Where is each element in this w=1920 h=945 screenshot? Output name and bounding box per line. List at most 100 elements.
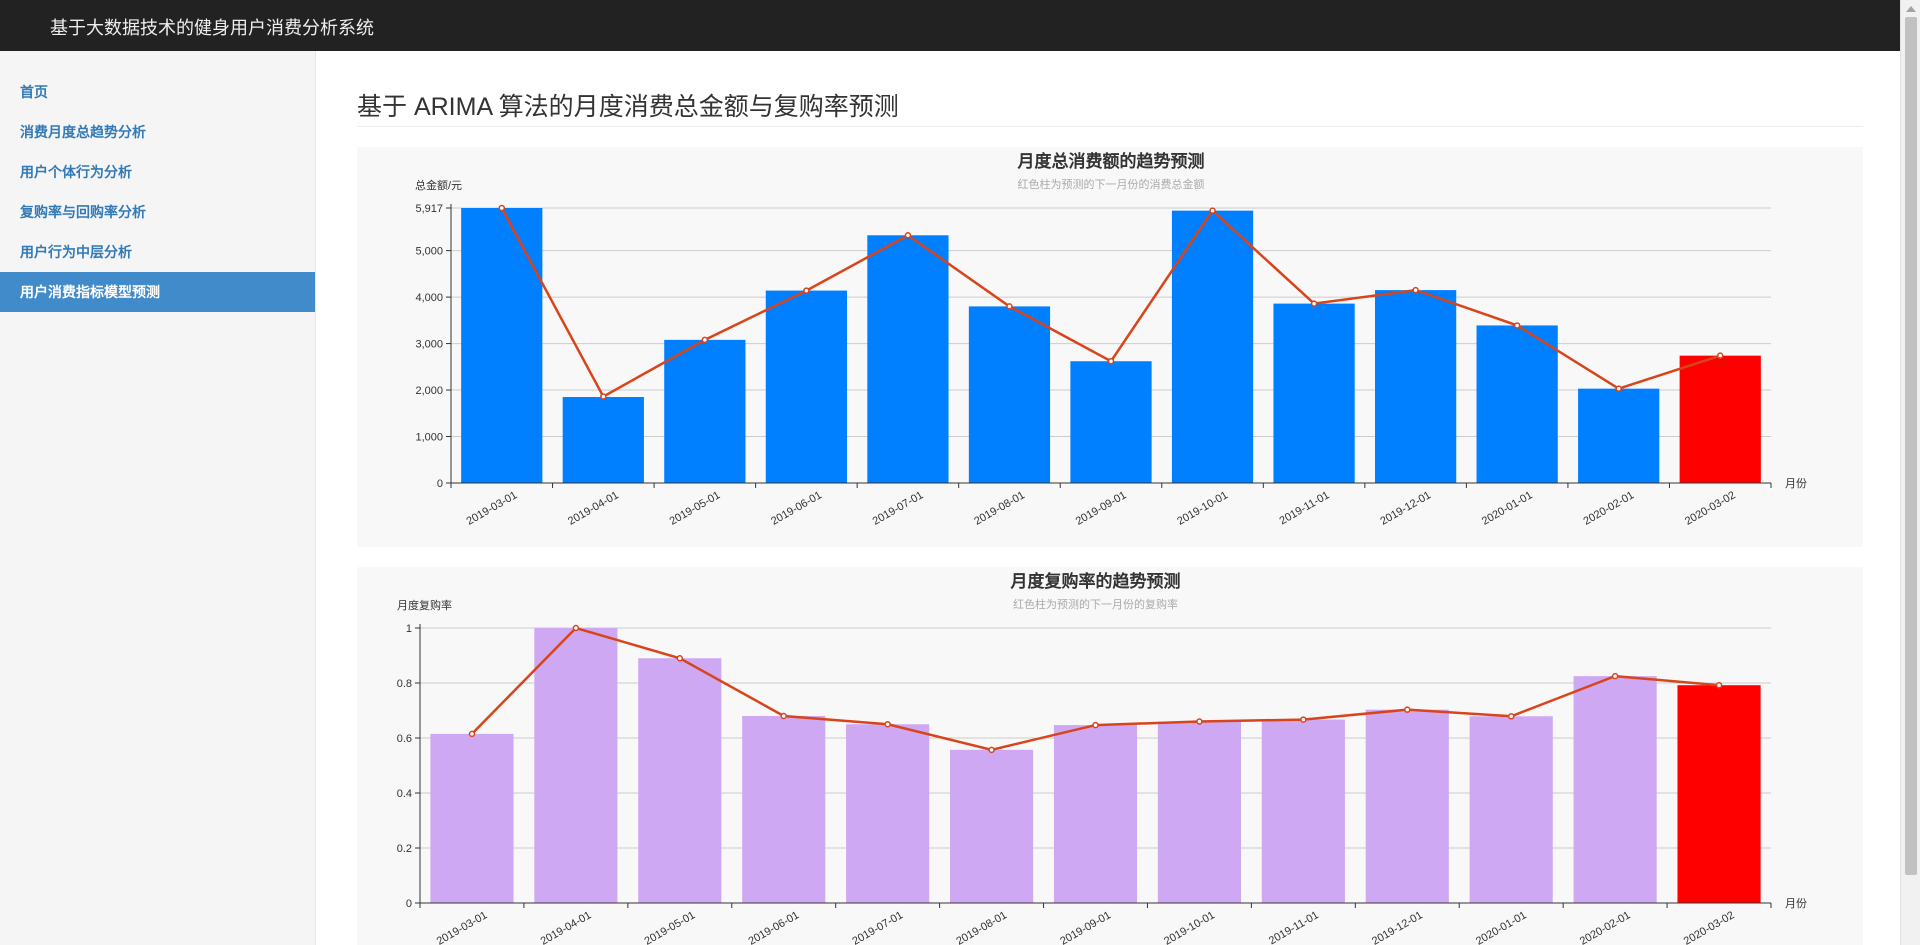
- app-brand[interactable]: 基于大数据技术的健身用户消费分析系统: [50, 14, 374, 40]
- trend-point: [780, 712, 787, 720]
- x-tick-label: 2019-05-01: [643, 909, 698, 945]
- trend-point: [1716, 352, 1724, 359]
- trend-point: [1611, 672, 1619, 680]
- x-tick-label: 2020-02-01: [1578, 909, 1633, 945]
- y-tick-label: 0.6: [397, 733, 412, 745]
- bar: [1365, 709, 1449, 903]
- sidebar-item-monthly-trend[interactable]: 消费月度总趋势分析: [0, 112, 315, 152]
- chart-title: 月度总消费额的趋势预测: [1017, 151, 1205, 171]
- bar: [765, 290, 847, 483]
- bar: [968, 306, 1051, 483]
- x-tick-label: 2019-10-01: [1162, 909, 1217, 945]
- bar-predicted: [1677, 685, 1761, 903]
- trend-point: [1507, 713, 1515, 720]
- scroll-thumb[interactable]: [1905, 17, 1917, 875]
- y-tick-label: 0.4: [397, 788, 412, 800]
- trend-point: [1404, 706, 1411, 713]
- chart-repurchase-rate-svg: 月度复购率的趋势预测红色柱为预测的下一月份的复购率 月度复购率月份 0 0.2 0.4 0…: [397, 571, 1807, 945]
- bar: [1261, 719, 1345, 903]
- trend-point: [1412, 286, 1419, 294]
- bar: [867, 235, 949, 483]
- trend-point: [1196, 718, 1203, 725]
- x-tick-label: 2019-04-01: [539, 909, 594, 945]
- x-tick-label: 2019-08-01: [972, 489, 1027, 528]
- x-tick-label: 2019-11-01: [1267, 909, 1321, 945]
- x-tick-label: 2019-03-01: [465, 489, 520, 528]
- bar: [1157, 721, 1241, 903]
- trend-point: [884, 721, 891, 728]
- trend-point: [468, 730, 476, 738]
- bar: [1053, 725, 1138, 903]
- bar: [461, 208, 543, 483]
- x-tick-label: 2020-01-01: [1480, 489, 1535, 528]
- x-tick-label: 2019-10-01: [1175, 489, 1230, 528]
- x-tick-label: 2019-08-01: [954, 909, 1009, 945]
- trend-point: [1107, 357, 1115, 365]
- trend-point: [701, 336, 709, 344]
- x-tick-label: 2019-12-01: [1370, 909, 1425, 945]
- sidebar-item-individual-behavior[interactable]: 用户个体行为分析: [0, 152, 315, 192]
- trend-point: [1615, 385, 1622, 392]
- x-tick-label: 2019-06-01: [769, 489, 824, 528]
- bar: [638, 658, 722, 903]
- x-tick-label: 2020-03-02: [1682, 909, 1737, 945]
- sidebar-item-mid-layer-behavior[interactable]: 用户行为中层分析: [0, 232, 315, 272]
- sidebar-item-repurchase-rate[interactable]: 复购率与回购率分析: [0, 192, 315, 232]
- y-tick-label: 4,000: [415, 292, 443, 304]
- y-tick-label: 0: [406, 898, 412, 910]
- bar: [534, 628, 618, 903]
- scroll-up-arrow-icon[interactable]: [1906, 6, 1916, 12]
- page-scrollbar[interactable]: [1900, 0, 1920, 945]
- page-title: 基于 ARIMA 算法的月度消费总金额与复购率预测: [357, 93, 899, 121]
- main-content: 基于 ARIMA 算法的月度消费总金额与复购率预测 月度总消费额的趋势预测红色柱…: [317, 51, 1900, 945]
- y-tick-label: 2,000: [415, 385, 443, 397]
- chart-repurchase-rate: 月度复购率的趋势预测红色柱为预测的下一月份的复购率 月度复购率月份 0 0.2 0.4 0…: [357, 567, 1863, 945]
- trend-point: [1092, 721, 1099, 729]
- bar: [1578, 388, 1660, 483]
- chart-total-amount: 月度总消费额的趋势预测 红色柱为预测的下一月份的消费总金额 总金额/元 月份 0 1,00…: [357, 147, 1863, 547]
- trend-point: [498, 204, 506, 212]
- y-tick-label: 0.8: [397, 678, 412, 690]
- x-tick-label: 2020-03-02: [1683, 489, 1738, 528]
- title-divider: [357, 126, 1863, 127]
- bar: [742, 716, 826, 903]
- bar: [1469, 716, 1553, 903]
- y-tick-label: 0.2: [397, 843, 412, 855]
- top-navbar: 基于大数据技术的健身用户消费分析系统: [0, 0, 1900, 51]
- x-tick-label: 2020-02-01: [1581, 489, 1636, 528]
- trend-point: [1209, 207, 1216, 214]
- trend-point: [1310, 300, 1318, 307]
- y-tick-label: 3,000: [415, 339, 443, 351]
- bar: [664, 339, 746, 483]
- x-tick-label: 2019-11-01: [1278, 489, 1332, 527]
- trend-point: [803, 287, 810, 294]
- bar: [1476, 325, 1558, 483]
- chart-total-amount-svg: 月度总消费额的趋势预测红色柱为预测的下一月份的消费总金额 总金额/元月份 0 1,00…: [415, 151, 1807, 528]
- y-tick-label: 1,000: [415, 432, 443, 444]
- chart-subtitle: 红色柱为预测的下一月份的复购率: [1013, 597, 1178, 611]
- x-tick-label: 2019-09-01: [1074, 489, 1129, 528]
- x-tick-label: 2019-04-01: [566, 489, 621, 528]
- x-tick-label: 2019-07-01: [871, 489, 926, 528]
- x-tick-label: 2019-03-01: [435, 909, 490, 945]
- y-axis-title: 月度复购率: [397, 598, 452, 612]
- x-tick-label: 2019-09-01: [1058, 909, 1113, 945]
- chart-title: 月度复购率的趋势预测: [1010, 571, 1181, 591]
- y-axis-title: 总金额/元: [415, 178, 462, 192]
- x-tick-label: 2019-07-01: [850, 909, 905, 945]
- sidebar: 首页 消费月度总趋势分析 用户个体行为分析 复购率与回购率分析 用户行为中层分析…: [0, 51, 316, 945]
- bar: [562, 397, 644, 483]
- sidebar-nav: 首页 消费月度总趋势分析 用户个体行为分析 复购率与回购率分析 用户行为中层分析…: [0, 72, 315, 312]
- y-tick-label: 5,917: [415, 203, 443, 215]
- bar: [1375, 290, 1457, 483]
- bar: [1070, 361, 1152, 483]
- x-axis-title: 月份: [1785, 897, 1807, 910]
- trend-point: [572, 624, 580, 632]
- trend-point: [1715, 681, 1723, 689]
- x-tick-label: 2019-12-01: [1378, 489, 1433, 528]
- bar: [846, 724, 930, 903]
- trend-point: [1300, 716, 1307, 723]
- sidebar-item-home[interactable]: 首页: [0, 72, 315, 112]
- x-axis-title: 月份: [1785, 477, 1807, 490]
- sidebar-item-model-prediction[interactable]: 用户消费指标模型预测: [0, 272, 315, 312]
